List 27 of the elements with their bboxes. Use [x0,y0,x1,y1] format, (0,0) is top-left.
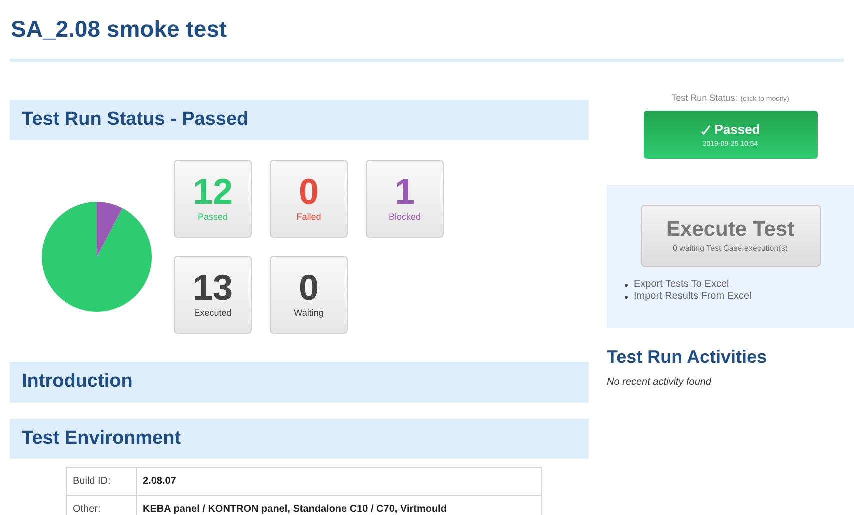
section-header: Test Environment [10,418,589,459]
stat-label: Failed [296,211,322,224]
stat-label: Blocked [388,211,422,224]
stat-count: 0 [298,173,320,212]
status-label: Test Run Status: [672,92,738,104]
env-value: 2.08.07 [136,468,542,496]
activities-title: Test Run Activities [607,346,768,369]
stat-label: Waiting [294,307,324,320]
env-key: Other: [66,496,136,515]
stat-label: Executed [194,307,232,320]
page-title: SA_2.08 smoke test [11,15,228,44]
status-value: Passed [714,121,760,139]
bullet-icon [625,296,628,298]
stat-label: Passed [198,211,228,224]
section-header: Test Run Status - Passed [10,100,589,140]
stat-count: 12 [192,173,234,212]
stat-count: 13 [192,269,234,308]
bullet-icon [625,284,628,286]
excel-link[interactable]: Export Tests To Excel [634,279,730,291]
empty-activity-text: No recent activity found [607,376,713,390]
stat-count: 1 [394,173,416,212]
excel-link[interactable]: Import Results From Excel [634,291,752,303]
check-icon [700,124,711,135]
execute-button[interactable]: Execute Test 0 waiting Test Case execution(s) [640,205,820,267]
env-key: Build ID: [66,468,136,496]
section-header: Introduction [10,362,589,402]
stat-count: 0 [298,269,320,308]
